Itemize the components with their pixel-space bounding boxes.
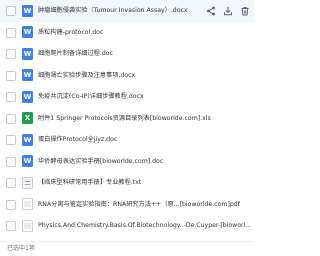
row-checkbox[interactable] (6, 70, 16, 81)
file-row[interactable]: W 蛋白操作Protocol全jiyz.doc (0, 129, 254, 151)
file-name[interactable]: 细胞爬片制备详细过程.doc (38, 43, 252, 65)
file-list-panel: W 肿瘤细胞侵袭实验（Tumour Invasion Assay）.docx W… (0, 0, 254, 256)
trash-icon[interactable] (240, 6, 250, 16)
pdf-file-icon (22, 198, 33, 211)
word-file-icon: W (22, 26, 33, 39)
row-checkbox[interactable] (6, 178, 16, 189)
file-name[interactable]: 肿瘤细胞侵袭实验（Tumour Invasion Assay）.docx (38, 0, 202, 22)
file-row[interactable]: Physics.And.Chemistry.Basis.Of.Biotechno… (0, 215, 254, 237)
file-list: W 肿瘤细胞侵袭实验（Tumour Invasion Assay）.docx W… (0, 0, 254, 256)
file-name[interactable]: 【临床型科研常用手册】专业教程.txt (38, 172, 252, 194)
selection-status-bar: 已选中1项 (0, 241, 254, 256)
file-row[interactable]: 【临床型科研常用手册】专业教程.txt (0, 172, 254, 194)
file-row[interactable]: W 细胞凋亡实验步骤及注意事项.docx (0, 65, 254, 87)
download-icon[interactable] (223, 6, 233, 16)
file-row[interactable]: RNA分离与鉴定实验指南：RNA研究方法++（原...[bioworlde.co… (0, 194, 254, 216)
pdf-file-icon (22, 219, 33, 232)
file-row[interactable]: W 华侨酵母表达实验手册[bioworlde.com].doc (0, 151, 254, 173)
file-row[interactable]: X 附件1 Springer Protocols资源目录列表[bioworlde… (0, 108, 254, 130)
row-checkbox[interactable] (6, 6, 16, 17)
file-name[interactable]: 质粒构建-protocol.doc (38, 22, 252, 44)
row-checkbox[interactable] (6, 156, 16, 167)
word-file-icon: W (22, 90, 33, 103)
file-row[interactable]: W 质粒构建-protocol.doc (0, 22, 254, 44)
row-checkbox[interactable] (6, 221, 16, 232)
share-icon[interactable] (206, 6, 216, 16)
word-file-icon: W (22, 4, 33, 17)
row-checkbox[interactable] (6, 49, 16, 60)
selection-count-text: 已选中1项 (7, 245, 35, 252)
word-file-icon: W (22, 155, 33, 168)
file-name[interactable]: 免疫共沉淀(Co-IP)详细步骤教程.docx (38, 86, 252, 108)
row-checkbox[interactable] (6, 113, 16, 124)
row-checkbox[interactable] (6, 199, 16, 210)
word-file-icon: W (22, 69, 33, 82)
file-name[interactable]: 细胞凋亡实验步骤及注意事项.docx (38, 65, 252, 87)
row-actions (206, 6, 250, 16)
file-name[interactable]: Physics.And.Chemistry.Basis.Of.Biotechno… (38, 215, 252, 237)
file-row[interactable]: W 细胞爬片制备详细过程.doc (0, 43, 254, 65)
row-checkbox[interactable] (6, 27, 16, 38)
file-name[interactable]: RNA分离与鉴定实验指南：RNA研究方法++（原...[bioworlde.co… (38, 194, 252, 216)
file-name[interactable]: 蛋白操作Protocol全jiyz.doc (38, 129, 252, 151)
file-name[interactable]: 附件1 Springer Protocols资源目录列表[bioworlde.c… (38, 108, 252, 130)
row-checkbox[interactable] (6, 92, 16, 103)
word-file-icon: W (22, 47, 33, 60)
excel-file-icon: X (22, 112, 33, 125)
file-row[interactable]: W 肿瘤细胞侵袭实验（Tumour Invasion Assay）.docx (0, 0, 254, 22)
file-row[interactable]: W 免疫共沉淀(Co-IP)详细步骤教程.docx (0, 86, 254, 108)
text-file-icon (22, 176, 33, 189)
word-file-icon: W (22, 133, 33, 146)
row-checkbox[interactable] (6, 135, 16, 146)
file-name[interactable]: 华侨酵母表达实验手册[bioworlde.com].doc (38, 151, 252, 173)
